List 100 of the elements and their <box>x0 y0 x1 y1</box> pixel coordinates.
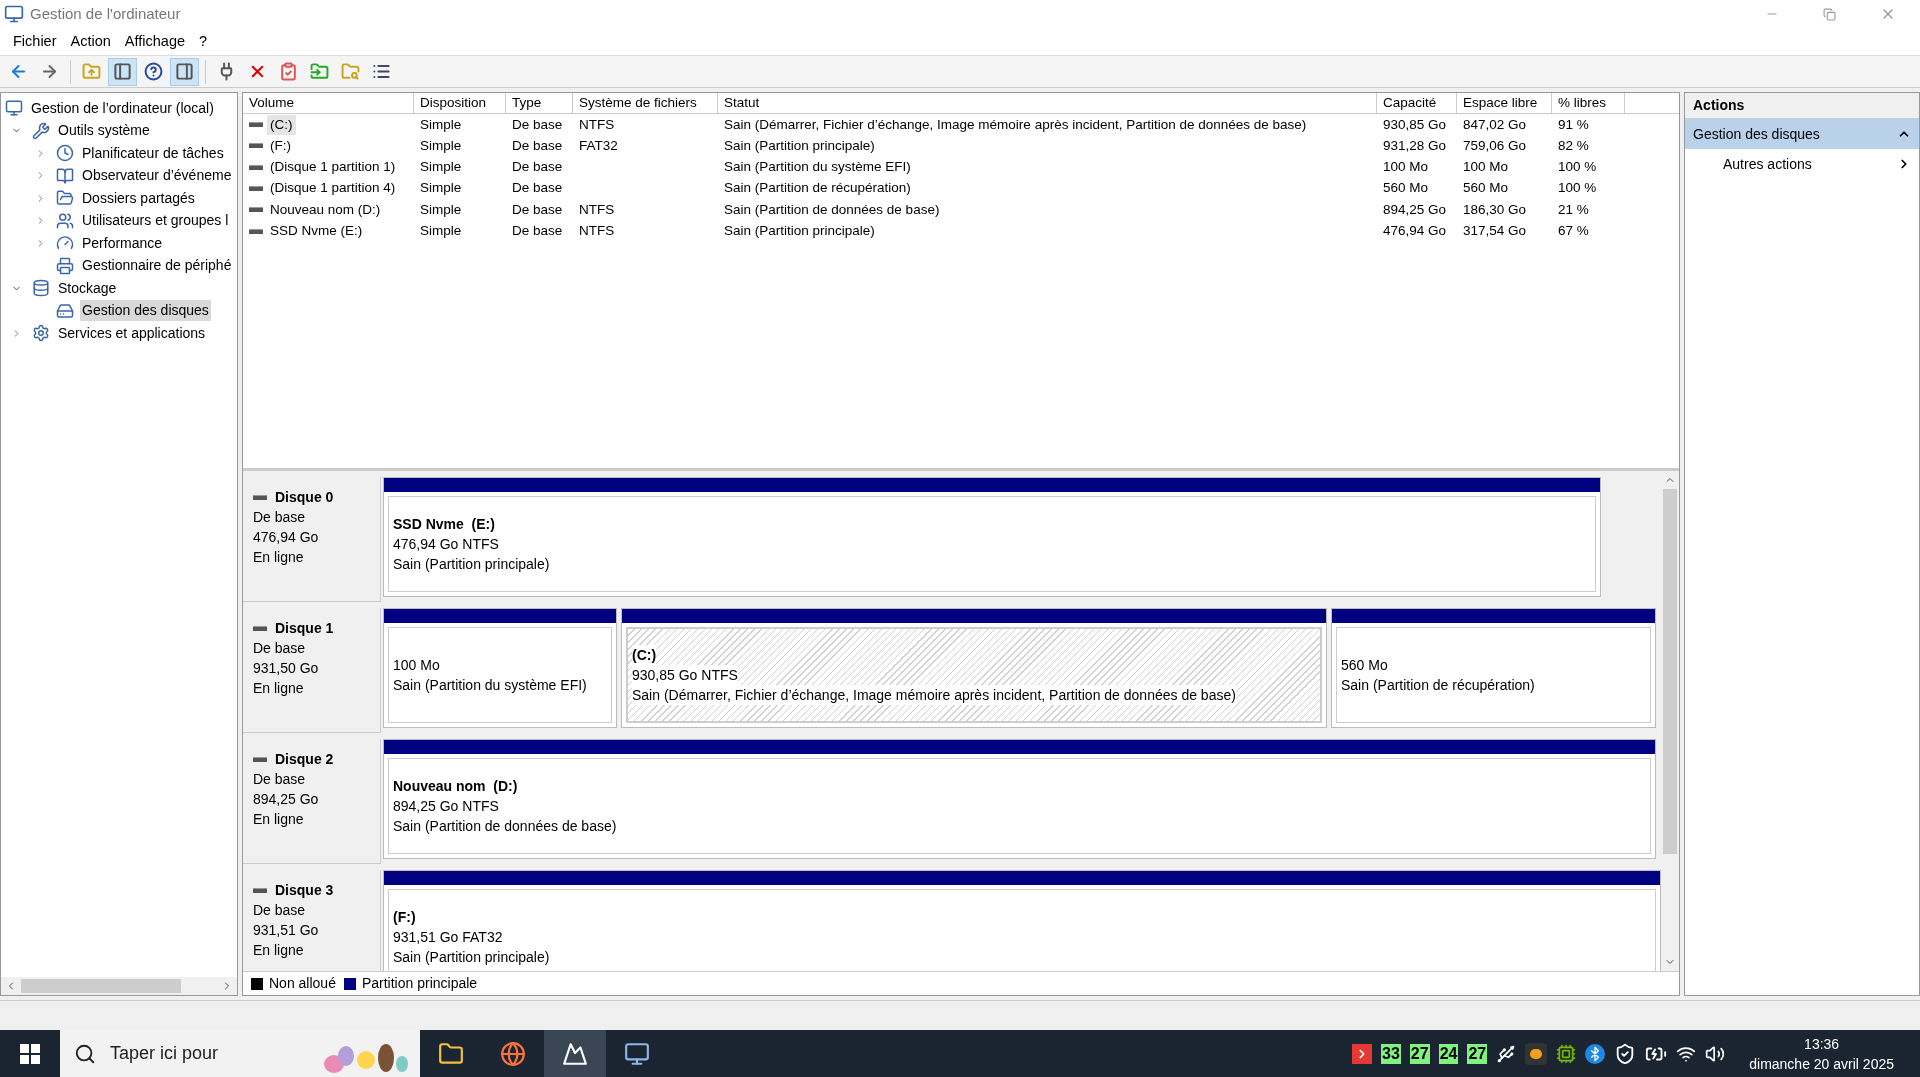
scrollbar-thumb[interactable] <box>1663 489 1677 854</box>
menu-item[interactable]: Action <box>63 30 118 53</box>
tree-item[interactable]: Utilisateurs et groupes l <box>80 210 231 232</box>
toolbar-button[interactable] <box>170 57 199 86</box>
disk-type: De base <box>253 770 307 789</box>
table-cell[interactable]: (Disque 1 partition 4) <box>267 178 399 199</box>
table-cell-text: Sain (Partition principale) <box>724 136 875 155</box>
table-cell[interactable]: (C:) <box>267 114 296 135</box>
disk-size: 894,25 Go <box>253 790 320 809</box>
table-cell-text: Simple <box>420 158 462 177</box>
search-field[interactable]: Taper ici pour <box>110 1040 310 1067</box>
toolbar-button[interactable] <box>108 57 137 86</box>
table-cell[interactable]: Nouveau nom (D:) <box>267 199 384 220</box>
bluetooth-icon[interactable] <box>1585 1043 1606 1064</box>
column-header[interactable]: % libres <box>1552 93 1625 113</box>
temperature-indicator[interactable]: 24 <box>1438 1043 1459 1064</box>
table-cell-text: 100 Mo <box>1463 158 1509 177</box>
window-title: Gestion de l'ordinateur <box>30 3 181 24</box>
folder-icon <box>438 1040 464 1067</box>
table-cell-text: 21 % <box>1558 200 1589 219</box>
partition-block[interactable]: 100 Mo Sain (Partition du système EFI) <box>383 608 617 728</box>
mountain-icon <box>562 1040 588 1067</box>
temperature-indicator[interactable]: 33 <box>1381 1043 1401 1064</box>
tree-item[interactable]: Performance <box>80 232 165 254</box>
table-cell[interactable]: (Disque 1 partition 1) <box>267 157 399 178</box>
tree-item[interactable]: Gestion de l’ordinateur (local) <box>29 97 216 119</box>
column-header[interactable]: Disposition <box>414 93 506 113</box>
drive-icon <box>249 143 263 149</box>
partition-block[interactable]: 560 Mo Sain (Partition de récupération) <box>1331 608 1656 728</box>
windows-start-icon[interactable] <box>20 1043 40 1064</box>
table-cell-text: 67 % <box>1558 222 1589 240</box>
log-book-icon <box>56 166 74 185</box>
column-header[interactable]: Système de fichiers <box>573 93 718 113</box>
partition-block[interactable]: SSD Nvme (E:) 476,94 Go NTFS Sain (Partition principale) <box>383 477 1601 597</box>
partition-size: 930,85 Go NTFS <box>632 665 738 685</box>
tree-item[interactable]: Planificateur de tâches <box>80 142 226 164</box>
column-header[interactable]: Volume <box>243 93 414 113</box>
table-cell-text: 100 Mo <box>1383 158 1429 177</box>
table-cell[interactable]: SSD Nvme (E:) <box>267 221 366 242</box>
table-cell-text: Simple <box>420 179 462 198</box>
computer-icon <box>5 99 23 118</box>
menu-item[interactable]: Fichier <box>6 30 64 53</box>
folder-search-icon <box>341 62 360 81</box>
disk-name: Disque 3 <box>275 881 334 900</box>
usb-icon[interactable] <box>1496 1043 1517 1064</box>
table-cell-text: Simple <box>420 222 462 240</box>
column-header[interactable]: Statut <box>718 93 1377 113</box>
app-icon <box>4 4 24 24</box>
taskbar-app[interactable] <box>544 1030 606 1077</box>
tree-item[interactable]: Gestion des disques <box>80 300 211 322</box>
disk-label-panel[interactable]: Disque 1 De base 931,50 Go En ligne <box>243 608 381 733</box>
folder-arrow-icon <box>310 62 329 81</box>
folder-up-icon <box>82 62 101 81</box>
table-cell[interactable]: (F:) <box>267 135 294 157</box>
table-cell-text: De base <box>512 136 563 155</box>
drive-icon <box>249 164 263 170</box>
drive-icon <box>249 228 263 234</box>
tree-item[interactable]: Outils système <box>56 120 152 142</box>
table-cell-text: 560 Mo <box>1463 179 1509 198</box>
table-cell-text: De base <box>512 222 563 240</box>
restore-icon[interactable] <box>1823 7 1836 21</box>
partition-status: Sain (Démarrer, Fichier d’échange, Image mémoire après incident, Partition de données de base) <box>632 685 1236 705</box>
partition-block[interactable]: (C:) 930,85 Go NTFS Sain (Démarrer, Fichier d’échange, Image mémoire après incident, Partition de données de base) <box>621 608 1327 728</box>
scrollbar-thumb[interactable] <box>21 979 181 993</box>
column-header[interactable]: Type <box>506 93 573 113</box>
tree-item[interactable]: Gestionnaire de périphé <box>80 255 234 277</box>
actions-section[interactable]: Gestion des disques <box>1685 119 1919 149</box>
table-cell-text: Sain (Démarrer, Fichier d’échange, Image mémoire après incident, Partition de données de base) <box>724 115 1307 134</box>
search-box[interactable]: Taper ici pour <box>60 1030 420 1077</box>
table-cell-text: De base <box>512 158 563 177</box>
tree-item[interactable]: Services et applications <box>56 322 208 344</box>
drive-icon <box>253 494 267 500</box>
graphics-card-icon[interactable] <box>1556 1043 1577 1064</box>
clock-time[interactable]: 13:36 <box>1804 1033 1840 1054</box>
device-icon <box>56 256 74 275</box>
partition-block[interactable]: Nouveau nom (D:) 894,25 Go NTFS Sain (Partition de données de base) <box>383 739 1656 859</box>
table-cell-text: 930,85 Go <box>1383 115 1447 134</box>
column-header[interactable]: Espace libre <box>1457 93 1552 113</box>
table-cell-text: NTFS <box>579 200 615 219</box>
browser-icon <box>500 1040 526 1067</box>
tree-item[interactable]: Dossiers partagés <box>80 187 197 209</box>
horizontal-scrollbar[interactable] <box>1 977 237 995</box>
tree-item[interactable]: Observateur d’événeme <box>80 165 234 187</box>
disk-label-panel[interactable]: Disque 0 De base 476,94 Go En ligne <box>243 477 381 602</box>
disk-type: De base <box>253 508 307 527</box>
disk-size: 931,51 Go <box>253 921 320 940</box>
temperature-indicator[interactable]: 27 <box>1409 1043 1430 1064</box>
back-icon <box>9 62 28 81</box>
action-item[interactable]: Autres actions <box>1685 149 1919 179</box>
partition-block[interactable]: (F:) 931,51 Go FAT32 Sain (Partition principale) <box>383 870 1661 971</box>
column-header[interactable]: Capacité <box>1377 93 1457 113</box>
volume-icon[interactable] <box>1705 1043 1726 1064</box>
temperature-indicator[interactable]: 27 <box>1467 1043 1488 1064</box>
menu-item[interactable]: Affichage <box>117 30 193 53</box>
drive-icon <box>253 756 267 762</box>
tree-item[interactable]: Stockage <box>56 277 119 299</box>
clock-date[interactable]: dimanche 20 avril 2025 <box>1749 1053 1894 1074</box>
menu-item[interactable]: ? <box>192 30 215 53</box>
disk-status: En ligne <box>253 810 305 829</box>
disk-label-panel[interactable]: Disque 2 De base 894,25 Go En ligne <box>243 739 381 864</box>
